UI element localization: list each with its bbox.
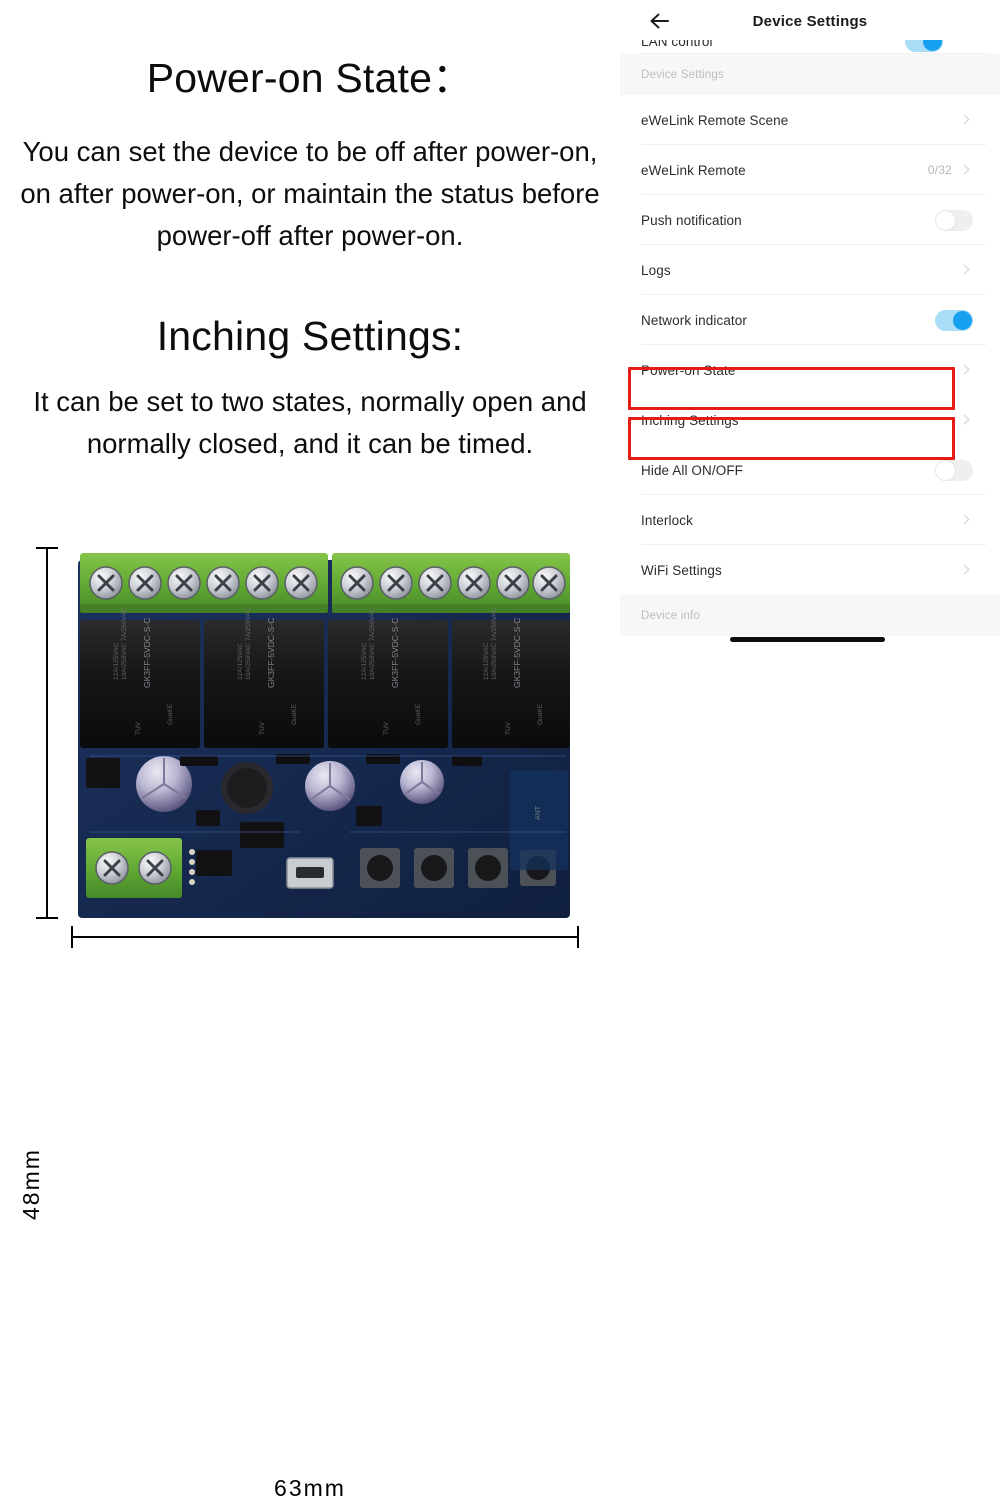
row-label: Push notification: [641, 212, 742, 228]
settings-row-inching-settings[interactable]: Inching Settings: [620, 395, 1000, 445]
svg-text:TUV: TUV: [505, 721, 512, 735]
toggle-hide-all-on-off[interactable]: [935, 459, 973, 481]
chevron-right-icon: [958, 163, 972, 177]
row-label: Power-on State: [641, 362, 736, 378]
row-label: Hide All ON/OFF: [641, 462, 744, 478]
settings-row-wifi-settings[interactable]: WiFi Settings: [620, 545, 1000, 595]
svg-text:ANT: ANT: [535, 805, 542, 820]
svg-text:GuoKE: GuoKE: [537, 703, 544, 725]
row-label: Interlock: [641, 512, 693, 528]
svg-text:12A/125VAC: 12A/125VAC: [361, 643, 368, 680]
home-indicator: [730, 637, 885, 642]
row-label: Network indicator: [641, 312, 747, 328]
paragraph-inching-settings: It can be set to two states, normally op…: [33, 386, 587, 459]
settings-row-network-indicator[interactable]: Network indicator: [620, 295, 1000, 345]
svg-text:GK3FF-5VDC-S-C: GK3FF-5VDC-S-C: [390, 618, 400, 688]
chevron-right-icon: [958, 413, 972, 427]
chevron-right-icon: [958, 363, 972, 377]
svg-text:TUV: TUV: [259, 721, 266, 735]
svg-text:10A/250VAC 7A/250VAC: 10A/250VAC 7A/250VAC: [491, 607, 498, 680]
chevron-right-icon: [958, 263, 972, 277]
heading-inching-settings: Inching Settings:: [156, 313, 464, 359]
dimension-height-label: 48mm: [18, 1148, 44, 1220]
dimension-width-label: 63mm: [274, 1475, 346, 1501]
svg-text:10A/250VAC 7A/250VAC: 10A/250VAC 7A/250VAC: [245, 607, 252, 680]
section-label: Device Settings: [641, 68, 724, 81]
settings-row-interlock[interactable]: Interlock: [620, 495, 1000, 545]
page-root: Power-on State： You can set the device t…: [0, 0, 1000, 1501]
row-label: Logs: [641, 262, 671, 278]
nav-bar: Device Settings: [620, 0, 1000, 40]
phone-viewport: Device Settings LAN control Device Setti…: [620, 0, 1000, 660]
settings-list: LAN control Device Settings eWeLink Remo…: [620, 31, 1000, 636]
toggle-push-notification[interactable]: [935, 209, 973, 231]
svg-text:12A/125VAC: 12A/125VAC: [483, 643, 490, 680]
settings-row-ewelink-remote-scene[interactable]: eWeLink Remote Scene: [620, 95, 1000, 145]
toggle-network-indicator[interactable]: [935, 309, 973, 331]
chevron-right-icon: [958, 113, 972, 127]
svg-text:GuoKE: GuoKE: [291, 703, 298, 725]
row-label: Inching Settings: [641, 412, 739, 428]
svg-text:GK3FF-5VDC-S-C: GK3FF-5VDC-S-C: [142, 618, 152, 688]
svg-text:GK3FF-5VDC-S-C: GK3FF-5VDC-S-C: [512, 618, 522, 688]
row-label: eWeLink Remote: [641, 162, 746, 178]
svg-text:12A/125VAC: 12A/125VAC: [237, 643, 244, 680]
svg-text:TUV: TUV: [383, 721, 390, 735]
product-diagram: GK3FF-5VDC-S-C GK3FF-5VDC-S-C GK3FF-5VDC…: [0, 520, 620, 1501]
section-header-device-settings: Device Settings: [620, 54, 1000, 95]
settings-row-lan-control[interactable]: LAN control: [620, 31, 1000, 54]
row-label: eWeLink Remote Scene: [641, 112, 789, 128]
chevron-right-icon: [958, 563, 972, 577]
section-header-device-info: Device info: [620, 595, 1000, 636]
row-label: WiFi Settings: [641, 562, 722, 578]
paragraph-power-on-state: You can set the device to be off after p…: [20, 136, 600, 251]
pcb-illustration: GK3FF-5VDC-S-C GK3FF-5VDC-S-C GK3FF-5VDC…: [36, 547, 579, 948]
article-column: Power-on State： You can set the device t…: [0, 0, 620, 1501]
svg-text:GuoKE: GuoKE: [167, 703, 174, 725]
settings-row-power-on-state[interactable]: Power-on State: [620, 345, 1000, 395]
settings-row-logs[interactable]: Logs: [620, 245, 1000, 295]
settings-row-hide-all-on-off[interactable]: Hide All ON/OFF: [620, 445, 1000, 495]
page-title: Device Settings: [752, 13, 868, 30]
svg-text:10A/250VAC 7A/250VAC: 10A/250VAC 7A/250VAC: [121, 607, 128, 680]
svg-text:12A/125VAC: 12A/125VAC: [113, 643, 120, 680]
svg-text:GK3FF-5VDC-S-C: GK3FF-5VDC-S-C: [266, 618, 276, 688]
svg-text:TUV: TUV: [135, 721, 142, 735]
row-value-remote-count: 0/32: [927, 163, 952, 177]
section-label: Device info: [641, 609, 701, 622]
settings-row-ewelink-remote[interactable]: eWeLink Remote 0/32: [620, 145, 1000, 195]
phone-screenshot: Device Settings LAN control Device Setti…: [620, 0, 1000, 1000]
heading-power-on-state: Power-on State：: [146, 55, 474, 101]
chevron-right-icon: [958, 513, 972, 527]
svg-text:10A/250VAC 7A/250VAC: 10A/250VAC 7A/250VAC: [369, 607, 376, 680]
settings-row-push-notification[interactable]: Push notification: [620, 195, 1000, 245]
svg-text:GuoKE: GuoKE: [415, 703, 422, 725]
